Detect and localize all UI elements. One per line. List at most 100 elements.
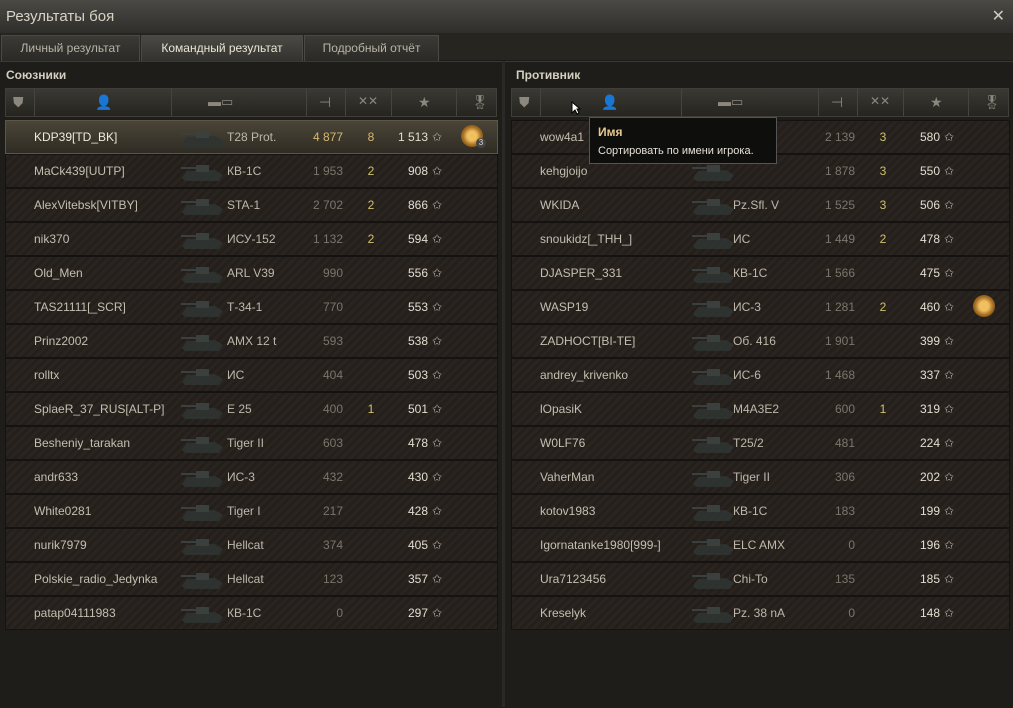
star-icon: ✩ bbox=[432, 334, 443, 348]
header-platoon[interactable]: ⛊ bbox=[6, 89, 35, 116]
tank-thumbnail-icon bbox=[692, 369, 734, 385]
kills-value: 1 bbox=[367, 402, 375, 416]
tank-thumbnail-icon bbox=[692, 607, 734, 623]
xp-value: 503 bbox=[407, 368, 428, 382]
vehicle-name: E 25 bbox=[227, 402, 252, 416]
player-row[interactable]: Kreselyk Pz. 38 nA 0 148 ✩ bbox=[511, 596, 1010, 630]
player-name: rolltx bbox=[34, 368, 60, 382]
tank-thumbnail-icon bbox=[181, 437, 223, 453]
tank-thumbnail-icon bbox=[181, 369, 223, 385]
header-vehicle[interactable]: ▬▭ bbox=[172, 89, 307, 116]
tab-team-result[interactable]: Командный результат bbox=[141, 35, 303, 61]
player-row[interactable]: patap04111983 КВ-1С 0 297 ✩ bbox=[5, 596, 498, 630]
player-row[interactable]: nik370 ИСУ-152 1 132 2 594 ✩ bbox=[5, 222, 498, 256]
xp-star-icon: ★ bbox=[930, 94, 943, 110]
player-row[interactable]: DJASPER_331 КВ-1С 1 566 475 ✩ bbox=[511, 256, 1010, 290]
xp-value: 202 bbox=[919, 470, 940, 484]
tank-thumbnail-icon bbox=[692, 267, 734, 283]
tank-thumbnail-icon bbox=[692, 505, 734, 521]
player-row[interactable]: AlexVitebsk[VITBY] STA-1 2 702 2 866 ✩ bbox=[5, 188, 498, 222]
kills-value: 2 bbox=[879, 232, 887, 246]
player-row[interactable]: kotov1983 КВ-1С 183 199 ✩ bbox=[511, 494, 1010, 528]
header-platoon[interactable]: ⛊ bbox=[512, 89, 541, 116]
close-icon[interactable]: ✕ bbox=[992, 6, 1005, 26]
header-kills[interactable]: ✕✕ bbox=[858, 89, 904, 116]
tank-thumbnail-icon bbox=[181, 131, 223, 147]
star-icon: ✩ bbox=[944, 572, 955, 586]
header-damage[interactable]: ⊣ bbox=[819, 89, 858, 116]
star-icon: ✩ bbox=[432, 538, 443, 552]
player-row[interactable]: andr633 ИС-3 432 430 ✩ bbox=[5, 460, 498, 494]
player-name: SplaeR_37_RUS[ALT-P] bbox=[34, 402, 165, 416]
header-kills[interactable]: ✕✕ bbox=[346, 89, 392, 116]
player-row[interactable]: VaherMan Tiger II 306 202 ✩ bbox=[511, 460, 1010, 494]
player-row[interactable]: snoukidz[_THH_] ИС 1 449 2 478 ✩ bbox=[511, 222, 1010, 256]
vehicle-name: AMX 12 t bbox=[227, 334, 277, 348]
player-row[interactable]: White0281 Tiger I 217 428 ✩ bbox=[5, 494, 498, 528]
xp-value: 594 bbox=[407, 232, 428, 246]
star-icon: ✩ bbox=[432, 606, 443, 620]
player-name: AlexVitebsk[VITBY] bbox=[34, 198, 138, 212]
player-row[interactable]: SplaeR_37_RUS[ALT-P] E 25 400 1 501 ✩ bbox=[5, 392, 498, 426]
player-name: Old_Men bbox=[34, 266, 83, 280]
player-row[interactable]: rolltx ИС 404 503 ✩ bbox=[5, 358, 498, 392]
player-row[interactable]: lOpasiK M4A3E2 600 1 319 ✩ bbox=[511, 392, 1010, 426]
player-row[interactable]: Prinz2002 AMX 12 t 593 538 ✩ bbox=[5, 324, 498, 358]
star-icon: ✩ bbox=[944, 334, 955, 348]
player-name: MaCk439[UUTP] bbox=[34, 164, 125, 178]
tab-detailed-report[interactable]: Подробный отчёт bbox=[304, 35, 439, 61]
player-name: Igornatanke1980[999-] bbox=[540, 538, 661, 552]
header-medals[interactable]: 🎖 bbox=[969, 89, 1007, 116]
player-row[interactable]: KDP39[TD_BK] T28 Prot. 4 877 8 1 513 ✩ 3 bbox=[5, 120, 498, 154]
player-row[interactable]: Igornatanke1980[999-] ELC AMX 0 196 ✩ bbox=[511, 528, 1010, 562]
header-player[interactable]: 👤 bbox=[541, 89, 682, 116]
header-xp[interactable]: ★ bbox=[392, 89, 457, 116]
vehicle-name: Tiger II bbox=[227, 436, 264, 450]
window-title: Результаты боя bbox=[6, 8, 115, 25]
player-row[interactable]: WASP19 ИС-3 1 281 2 460 ✩ bbox=[511, 290, 1010, 324]
tank-thumbnail-icon bbox=[692, 437, 734, 453]
player-row[interactable]: andrey_krivenko ИС-6 1 468 337 ✩ bbox=[511, 358, 1010, 392]
tank-thumbnail-icon bbox=[181, 471, 223, 487]
damage-value: 1 132 bbox=[312, 232, 343, 246]
star-icon: ✩ bbox=[944, 436, 955, 450]
damage-value: 1 953 bbox=[312, 164, 343, 178]
player-row[interactable]: Polskie_radio_Jedynka Hellcat 123 357 ✩ bbox=[5, 562, 498, 596]
player-row[interactable]: Old_Men ARL V39 990 556 ✩ bbox=[5, 256, 498, 290]
player-name: lOpasiK bbox=[540, 402, 583, 416]
damage-value: 306 bbox=[834, 470, 855, 484]
player-row[interactable]: W0LF76 T25/2 481 224 ✩ bbox=[511, 426, 1010, 460]
damage-value: 593 bbox=[322, 334, 343, 348]
star-icon: ✩ bbox=[432, 436, 443, 450]
player-row[interactable]: ZADHOCT[BI-TE] Об. 416 1 901 399 ✩ bbox=[511, 324, 1010, 358]
player-row[interactable]: Ura7123456 Chi-To 135 185 ✩ bbox=[511, 562, 1010, 596]
header-damage[interactable]: ⊣ bbox=[307, 89, 346, 116]
damage-icon: ⊣ bbox=[831, 94, 844, 110]
player-row[interactable]: TAS21111[_SCR] Т-34-1 770 553 ✩ bbox=[5, 290, 498, 324]
player-row[interactable]: MaCk439[UUTP] КВ-1С 1 953 2 908 ✩ bbox=[5, 154, 498, 188]
player-row[interactable]: WKIDA Pz.Sfl. V 1 525 3 506 ✩ bbox=[511, 188, 1010, 222]
tank-thumbnail-icon bbox=[181, 335, 223, 351]
kills-value: 3 bbox=[879, 130, 887, 144]
vehicle-name: КВ-1С bbox=[227, 164, 262, 178]
xp-value: 866 bbox=[407, 198, 428, 212]
damage-value: 2 702 bbox=[312, 198, 343, 212]
damage-value: 400 bbox=[322, 402, 343, 416]
player-row[interactable]: nurik7979 Hellcat 374 405 ✩ bbox=[5, 528, 498, 562]
header-medals[interactable]: 🎖 bbox=[457, 89, 495, 116]
xp-value: 550 bbox=[919, 164, 940, 178]
tab-personal-result[interactable]: Личный результат bbox=[1, 35, 140, 61]
player-name: kehgjoijo bbox=[540, 164, 588, 178]
player-row[interactable]: Besheniy_tarakan Tiger II 603 478 ✩ bbox=[5, 426, 498, 460]
header-player[interactable]: 👤 bbox=[35, 89, 172, 116]
medal-icon[interactable] bbox=[973, 295, 995, 317]
damage-value: 123 bbox=[322, 572, 343, 586]
star-icon: ✩ bbox=[944, 504, 955, 518]
xp-value: 428 bbox=[407, 504, 428, 518]
tank-thumbnail-icon bbox=[181, 233, 223, 249]
star-icon: ✩ bbox=[432, 572, 443, 586]
vehicle-name: M4A3E2 bbox=[733, 402, 780, 416]
header-vehicle[interactable]: ▬▭ bbox=[682, 89, 819, 116]
header-xp[interactable]: ★ bbox=[904, 89, 969, 116]
player-name: wow4a1 bbox=[540, 130, 585, 144]
